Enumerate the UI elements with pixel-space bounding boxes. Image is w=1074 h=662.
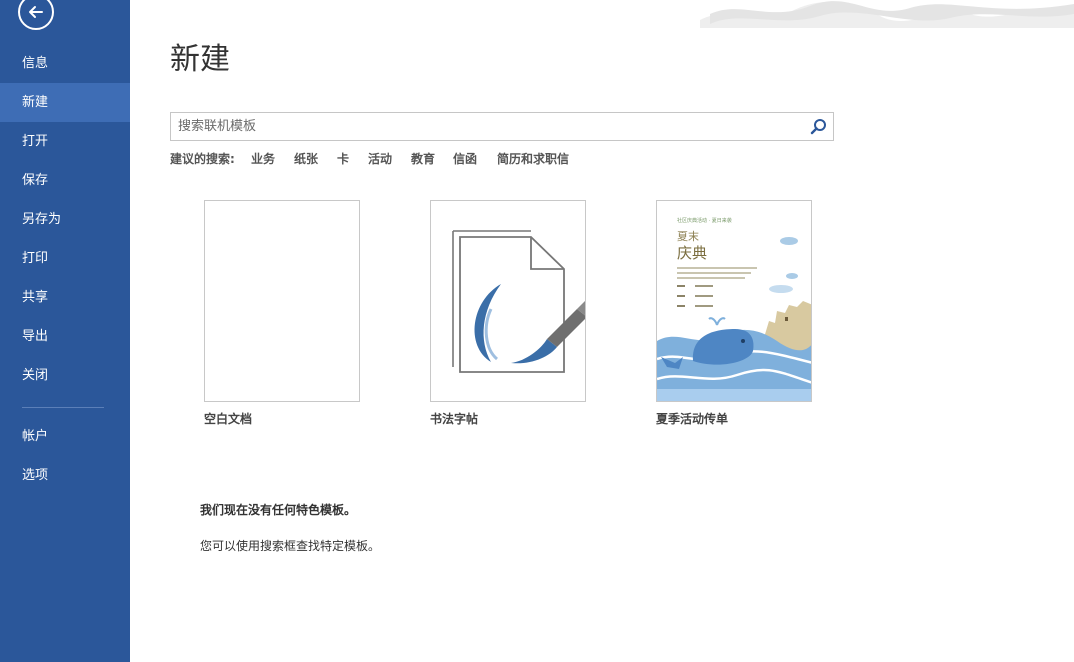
sidebar-item-print[interactable]: 打印 bbox=[0, 239, 130, 278]
search-hint-message: 您可以使用搜索框查找特定模板。 bbox=[200, 539, 381, 553]
suggested-link-event[interactable]: 活动 bbox=[368, 150, 392, 167]
no-featured-templates-message: 我们现在没有任何特色模板。 bbox=[200, 503, 357, 517]
search-button[interactable] bbox=[809, 117, 829, 137]
template-label-blank: 空白文档 bbox=[204, 412, 253, 426]
header-decoration-image bbox=[700, 1, 1074, 28]
suggested-link-resume[interactable]: 简历和求职信 bbox=[497, 150, 569, 167]
sidebar-item-save[interactable]: 保存 bbox=[0, 161, 130, 200]
sidebar-item-share[interactable]: 共享 bbox=[0, 278, 130, 317]
sidebar-divider bbox=[22, 407, 104, 408]
calligraphy-thumbnail-icon bbox=[452, 230, 585, 373]
template-search-input[interactable] bbox=[171, 113, 801, 140]
sidebar-item-export[interactable]: 导出 bbox=[0, 317, 130, 356]
back-button[interactable] bbox=[18, 0, 54, 30]
backstage-sidebar: 信息 新建 打开 保存 另存为 打印 共享 导出 关闭 帐户 选项 bbox=[0, 0, 130, 662]
back-arrow-icon bbox=[29, 6, 43, 18]
sidebar-item-save-as[interactable]: 另存为 bbox=[0, 200, 130, 239]
page-title: 新建 bbox=[170, 42, 230, 77]
template-blank-document[interactable] bbox=[204, 200, 360, 402]
template-label-calligraphy: 书法字帖 bbox=[430, 412, 479, 426]
suggested-searches-label: 建议的搜索: bbox=[170, 152, 235, 166]
template-calligraphy[interactable] bbox=[430, 200, 586, 402]
suggested-link-card[interactable]: 卡 bbox=[337, 150, 349, 167]
template-label-summer-flyer: 夏季活动传单 bbox=[656, 412, 729, 426]
suggested-link-letter[interactable]: 信函 bbox=[453, 150, 477, 167]
suggested-link-education[interactable]: 教育 bbox=[411, 150, 435, 167]
sidebar-item-open[interactable]: 打开 bbox=[0, 122, 130, 161]
sidebar-item-close[interactable]: 关闭 bbox=[0, 356, 130, 395]
flyer-title-line2: 庆典 bbox=[677, 244, 708, 262]
flyer-small-heading: 社区庆典活动 · 夏日来袭 bbox=[677, 218, 732, 224]
sidebar-item-info[interactable]: 信息 bbox=[0, 44, 130, 83]
template-summer-flyer[interactable]: 社区庆典活动 · 夏日来袭 夏末 庆典 bbox=[656, 200, 812, 402]
suggested-link-business[interactable]: 业务 bbox=[251, 150, 275, 167]
sidebar-item-account[interactable]: 帐户 bbox=[0, 417, 130, 456]
sidebar-item-new[interactable]: 新建 bbox=[0, 83, 130, 122]
search-icon bbox=[810, 119, 826, 135]
sidebar-item-options[interactable]: 选项 bbox=[0, 456, 130, 495]
suggested-link-paper[interactable]: 纸张 bbox=[294, 150, 318, 167]
template-search-box bbox=[170, 112, 834, 141]
